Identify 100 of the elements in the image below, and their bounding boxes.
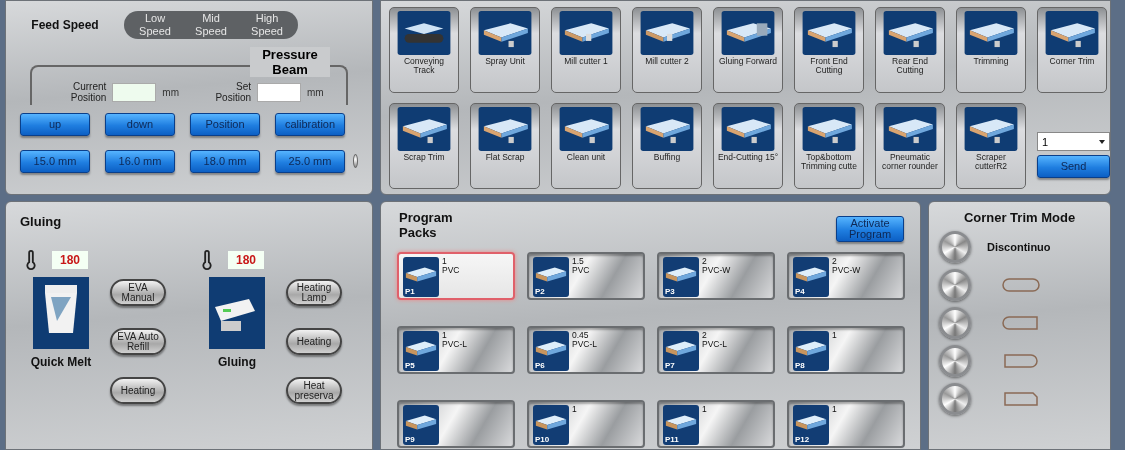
station-button[interactable]: Heating Lamp <box>286 279 342 306</box>
pack-id: P12 <box>795 435 810 444</box>
program-pack[interactable]: P6 0.45 PVC-L <box>527 326 645 374</box>
program-pack[interactable]: P3 2 PVC-W <box>657 252 775 300</box>
position-label: Current Position <box>69 81 107 103</box>
temperature-value: 180 <box>52 251 89 269</box>
unit-tile[interactable]: Mill cutter 2 <box>632 7 702 93</box>
unit-label: Clean unit <box>566 153 606 162</box>
unit-label: Scraper cutterR2 <box>973 153 1009 171</box>
activate-button[interactable]: Activate Program <box>836 216 904 242</box>
machine-unit-icon <box>476 107 534 151</box>
unit-tile[interactable]: Pneumatic corner rounder <box>875 103 945 189</box>
pack-thickness: 1 <box>702 405 707 414</box>
pack-id: P7 <box>665 361 675 370</box>
machine-unit-icon <box>557 107 615 151</box>
count-select[interactable]: 1 <box>1037 132 1110 151</box>
speed-option[interactable]: High Speed <box>246 12 288 38</box>
pack-material: PVC-W <box>702 266 731 275</box>
board-icon <box>404 339 438 359</box>
unit-tile[interactable]: Flat Scrap <box>470 103 540 189</box>
station-button[interactable]: Heat preserva <box>286 377 342 404</box>
machine-unit-icon <box>395 11 453 55</box>
machine-unit-icon <box>638 107 696 151</box>
board-icon <box>404 265 438 285</box>
unit-tile[interactable]: End-Cutting 15° <box>713 103 783 189</box>
unit-tile[interactable]: Corner Trim <box>1037 7 1107 93</box>
machine-unit-icon <box>719 107 777 151</box>
program-pack[interactable]: P12 1 <box>787 400 905 448</box>
program-pack[interactable]: P2 1.5 PVC <box>527 252 645 300</box>
mode-knob[interactable] <box>939 269 971 301</box>
speed-option[interactable]: Mid Speed <box>190 12 232 38</box>
beam-button[interactable]: down <box>105 113 175 136</box>
preset-button[interactable]: 18.0 mm <box>190 150 260 173</box>
mode-knob[interactable] <box>939 345 971 377</box>
unit-tile[interactable]: Front End Cutting <box>794 7 864 93</box>
unit-tile[interactable]: Trimming <box>956 7 1026 93</box>
unit-tile[interactable]: Mill cutter 1 <box>551 7 621 93</box>
machine-unit-icon <box>800 107 858 151</box>
mode-knob[interactable] <box>939 231 971 263</box>
station-button[interactable]: EVA Auto Refill <box>110 328 166 355</box>
program-pack[interactable]: P8 1 <box>787 326 905 374</box>
pack-thickness: 1 <box>832 405 837 414</box>
pack-id: P8 <box>795 361 805 370</box>
board-icon <box>534 339 568 359</box>
pack-thickness: 2 <box>832 257 838 266</box>
unit-label: Mill cutter 2 <box>645 57 689 66</box>
unit-label: Buffing <box>653 153 681 162</box>
program-pack[interactable]: P1 1 PVC <box>397 252 515 300</box>
beam-button[interactable]: Position <box>190 113 260 136</box>
send-button[interactable]: Send <box>1037 155 1110 178</box>
preset-button[interactable]: 25.0 mm <box>275 150 345 173</box>
speed-option[interactable]: Low Speed <box>134 12 176 38</box>
machine-unit-icon <box>800 11 858 55</box>
machine-unit-icon <box>557 11 615 55</box>
machine-unit-icon <box>962 11 1020 55</box>
unit-tile[interactable]: Buffing <box>632 103 702 189</box>
unit-label: End-Cutting 15° <box>717 153 779 162</box>
program-pack[interactable]: P10 1 <box>527 400 645 448</box>
pressure-beam-title: Pressure Beam <box>250 47 330 77</box>
beam-button[interactable]: calibration <box>275 113 345 136</box>
position-field[interactable] <box>112 82 157 102</box>
machine-unit-icon <box>476 11 534 55</box>
unit-tile[interactable]: Scraper cutterR2 <box>956 103 1026 189</box>
unit-tile[interactable]: Rear End Cutting <box>875 7 945 93</box>
pack-id: P4 <box>795 287 805 296</box>
pack-material: PVC-L <box>442 340 468 349</box>
unit-label: Gluing Forward <box>718 57 778 66</box>
station-button[interactable]: EVA Manual <box>110 279 166 306</box>
unit-label: Top&bottom Trimming cutte <box>800 153 858 171</box>
preset-button[interactable]: 15.0 mm <box>20 150 90 173</box>
unit-label: Conveying Track <box>402 57 446 75</box>
board-icon <box>664 339 698 359</box>
board-icon <box>794 413 828 433</box>
unit-tile[interactable]: Clean unit <box>551 103 621 189</box>
unit-tile[interactable]: Conveying Track <box>389 7 459 93</box>
program-pack[interactable]: P11 1 <box>657 400 775 448</box>
position-field[interactable] <box>257 82 301 102</box>
mode-knob[interactable] <box>939 307 971 339</box>
unit-label: mm <box>307 86 324 98</box>
select-value: 1 <box>1042 135 1049 148</box>
mode-knob[interactable] <box>939 383 971 415</box>
unit-tile[interactable]: Top&bottom Trimming cutte <box>794 103 864 189</box>
pack-id: P1 <box>405 287 415 296</box>
board-icon <box>794 339 828 359</box>
pack-id: P11 <box>665 435 679 444</box>
program-pack[interactable]: P5 1 PVC-L <box>397 326 515 374</box>
pack-id: P3 <box>665 287 675 296</box>
unit-tile[interactable]: Scrap Trim <box>389 103 459 189</box>
unit-tile[interactable]: Gluing Forward <box>713 7 783 93</box>
board-icon <box>664 265 698 285</box>
program-pack[interactable]: P7 2 PVC-L <box>657 326 775 374</box>
station-button[interactable]: Heating <box>286 328 342 355</box>
station-button[interactable]: Heating <box>110 377 166 404</box>
unit-tile[interactable]: Spray Unit <box>470 7 540 93</box>
temperature-value: 180 <box>228 251 265 269</box>
preset-button[interactable]: 16.0 mm <box>105 150 175 173</box>
program-pack[interactable]: P9 <box>397 400 515 448</box>
pack-thickness: 2 <box>702 331 708 340</box>
glue-pot-icon <box>33 277 89 349</box>
program-pack[interactable]: P4 2 PVC-W <box>787 252 905 300</box>
